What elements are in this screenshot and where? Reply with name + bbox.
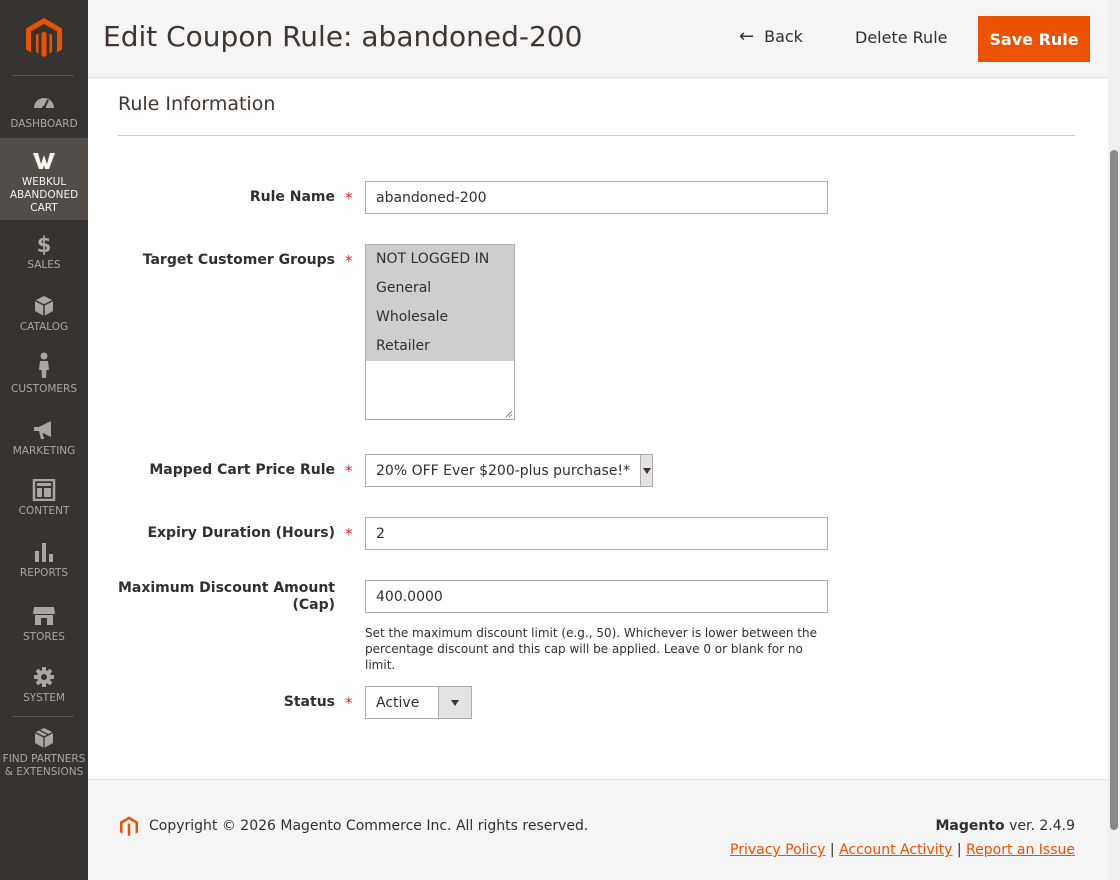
sidebar-item-label: CONTENT bbox=[18, 505, 70, 517]
dollar-icon: $ bbox=[32, 233, 56, 255]
gear-icon bbox=[32, 666, 56, 688]
customer-group-option[interactable]: NOT LOGGED IN bbox=[366, 245, 514, 274]
link-separator: | bbox=[952, 842, 967, 858]
max-discount-note: Set the maximum discount limit (e.g., 50… bbox=[365, 626, 817, 672]
required-mark: * bbox=[345, 462, 353, 480]
dropdown-button[interactable] bbox=[640, 455, 652, 486]
admin-sidebar: DASHBOARD WEBKUL ABANDONED CART $ SALES … bbox=[0, 0, 88, 880]
cart-price-rule-label: Mapped Cart Price Rule bbox=[149, 462, 335, 478]
megaphone-icon bbox=[32, 419, 56, 441]
max-discount-label: Maximum Discount Amount (Cap) bbox=[118, 580, 335, 614]
webkul-icon bbox=[32, 150, 56, 172]
dashboard-icon bbox=[32, 92, 56, 114]
page-footer: Copyright © 2026 Magento Commerce Inc. A… bbox=[88, 779, 1108, 880]
required-mark: * bbox=[345, 694, 353, 712]
caret-down-icon bbox=[451, 699, 459, 706]
page-scrollbar[interactable] bbox=[1108, 0, 1120, 880]
link-separator: | bbox=[825, 842, 840, 858]
sidebar-item-reports[interactable]: REPORTS bbox=[0, 541, 88, 580]
sidebar-item-label: CATALOG bbox=[19, 321, 69, 333]
sidebar-item-label: FIND PARTNERS & EXTENSIONS bbox=[2, 753, 86, 778]
max-discount-input[interactable]: 400.0000 bbox=[365, 580, 828, 613]
bar-chart-icon bbox=[32, 541, 56, 563]
customer-group-option[interactable]: Wholesale bbox=[366, 303, 514, 332]
sidebar-item-label: REPORTS bbox=[19, 567, 69, 579]
brand-name: Magento bbox=[935, 818, 1005, 834]
status-select[interactable]: Active bbox=[365, 686, 472, 719]
rule-name-label: Rule Name bbox=[249, 189, 335, 205]
required-mark: * bbox=[345, 525, 353, 543]
sidebar-item-marketing[interactable]: MARKETING bbox=[0, 419, 88, 458]
sidebar-divider bbox=[13, 75, 74, 76]
customer-groups-multiselect[interactable]: NOT LOGGED IN General Wholesale Retailer bbox=[365, 244, 515, 420]
privacy-policy-link[interactable]: Privacy Policy bbox=[730, 842, 825, 858]
status-label: Status bbox=[283, 694, 335, 710]
expiry-label: Expiry Duration (Hours) bbox=[147, 525, 335, 541]
sidebar-item-sales[interactable]: $ SALES bbox=[0, 233, 88, 272]
footer-links: Privacy Policy | Account Activity | Repo… bbox=[730, 842, 1075, 858]
sidebar-item-system[interactable]: SYSTEM bbox=[0, 666, 88, 705]
store-icon bbox=[32, 605, 56, 627]
required-mark: * bbox=[345, 189, 353, 207]
caret-down-icon bbox=[642, 467, 651, 474]
sidebar-item-label: STORES bbox=[23, 631, 65, 643]
box-icon bbox=[32, 295, 56, 317]
rule-form: Rule Information Rule Name * abandoned-2… bbox=[88, 79, 1108, 779]
page-title: Edit Coupon Rule: abandoned-200 bbox=[103, 20, 583, 53]
required-mark: * bbox=[345, 252, 353, 270]
sidebar-item-customers[interactable]: CUSTOMERS bbox=[0, 352, 88, 396]
rule-name-input[interactable]: abandoned-200 bbox=[365, 181, 828, 214]
expiry-duration-input[interactable]: 2 bbox=[365, 517, 828, 550]
magento-logo[interactable] bbox=[24, 18, 64, 60]
sidebar-item-dashboard[interactable]: DASHBOARD bbox=[0, 92, 88, 131]
cart-price-rule-select[interactable]: 20% OFF Ever $200-plus purchase!* bbox=[365, 454, 653, 487]
person-icon bbox=[32, 352, 56, 379]
sidebar-item-webkul[interactable]: WEBKUL ABANDONED CART bbox=[0, 138, 88, 220]
section-divider bbox=[118, 135, 1075, 136]
sidebar-item-label: MARKETING bbox=[12, 445, 76, 457]
sidebar-item-label: SALES bbox=[27, 259, 61, 271]
resize-grip-icon[interactable] bbox=[505, 410, 513, 418]
sidebar-divider bbox=[13, 716, 74, 717]
sidebar-item-label: CUSTOMERS bbox=[10, 383, 77, 395]
report-issue-link[interactable]: Report an Issue bbox=[966, 842, 1075, 858]
cubes-icon bbox=[32, 727, 56, 749]
sidebar-item-catalog[interactable]: CATALOG bbox=[0, 295, 88, 334]
sidebar-item-label: SYSTEM bbox=[23, 692, 65, 704]
max-discount-label-line1: Maximum Discount Amount bbox=[117, 580, 335, 596]
dropdown-button[interactable] bbox=[438, 687, 471, 718]
version-number: ver. 2.4.9 bbox=[1004, 818, 1075, 834]
sidebar-item-content[interactable]: CONTENT bbox=[0, 479, 88, 518]
delete-rule-button[interactable]: Delete Rule bbox=[855, 28, 947, 47]
version-text: Magento ver. 2.4.9 bbox=[935, 818, 1075, 834]
status-value: Active bbox=[376, 694, 420, 711]
svg-text:$: $ bbox=[37, 233, 52, 255]
scrollbar-thumb[interactable] bbox=[1110, 150, 1118, 830]
magento-logo-icon bbox=[120, 816, 138, 836]
customer-groups-label: Target Customer Groups bbox=[142, 252, 335, 268]
back-button[interactable]: ← Back bbox=[739, 26, 803, 47]
back-label: Back bbox=[764, 27, 803, 46]
sidebar-item-label: WEBKUL ABANDONED CART bbox=[9, 176, 79, 214]
layout-icon bbox=[32, 479, 56, 501]
sidebar-item-label: DASHBOARD bbox=[10, 118, 78, 130]
save-rule-button[interactable]: Save Rule bbox=[978, 16, 1090, 62]
arrow-left-icon: ← bbox=[739, 26, 755, 47]
cart-price-rule-value: 20% OFF Ever $200-plus purchase!* bbox=[376, 462, 631, 479]
section-title: Rule Information bbox=[118, 93, 276, 115]
page-header: Edit Coupon Rule: abandoned-200 ← Back D… bbox=[88, 0, 1108, 78]
copyright-text: Copyright © 2026 Magento Commerce Inc. A… bbox=[149, 818, 589, 834]
account-activity-link[interactable]: Account Activity bbox=[839, 842, 952, 858]
customer-group-option[interactable]: General bbox=[366, 274, 514, 303]
customer-group-option[interactable]: Retailer bbox=[366, 332, 514, 361]
max-discount-label-line2: (Cap) bbox=[292, 597, 335, 613]
sidebar-item-partners[interactable]: FIND PARTNERS & EXTENSIONS bbox=[0, 727, 88, 779]
sidebar-item-stores[interactable]: STORES bbox=[0, 605, 88, 644]
